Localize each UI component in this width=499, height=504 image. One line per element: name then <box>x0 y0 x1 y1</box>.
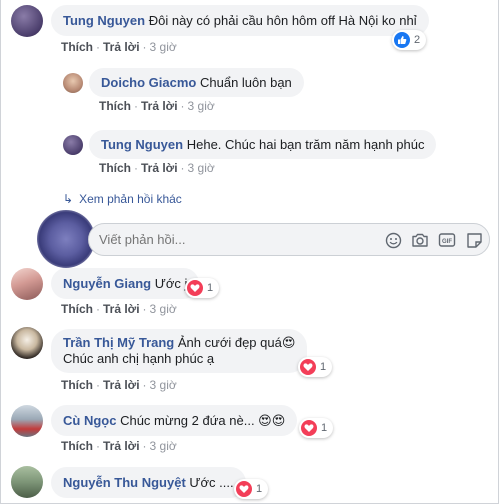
comment-bubble: Tung Nguyen Đôi này có phải cầu hôn hôm … <box>51 5 429 36</box>
reply-text: Hehe. Chúc hai bạn trăm năm hạnh phúc <box>186 137 425 152</box>
reply-author[interactable]: Tung Nguyen <box>101 137 183 152</box>
reply-actions: Thích · Trả lời · 3 giờ <box>99 99 215 113</box>
reaction-count[interactable]: 1 <box>234 479 269 499</box>
like-reaction-icon <box>394 32 410 48</box>
comment-author[interactable]: Cù Ngọc <box>63 413 116 428</box>
avatar[interactable] <box>11 405 43 437</box>
reply-box: GIF <box>88 223 490 256</box>
comment-actions: Thích · Trả lời · 3 giờ <box>61 439 177 453</box>
reaction-count[interactable]: 2 <box>392 30 427 50</box>
love-reaction-icon <box>187 280 203 296</box>
reply-tools: GIF <box>384 231 483 249</box>
comment-bubble: Nguyễn Giang Ước j <box>51 268 200 299</box>
comment-author[interactable]: Trần Thị Mỹ Trang <box>63 335 174 350</box>
timestamp[interactable]: 3 giờ <box>188 99 215 113</box>
reaction-count[interactable]: 1 <box>299 418 334 438</box>
avatar[interactable] <box>11 327 43 359</box>
reaction-count[interactable]: 1 <box>298 357 333 377</box>
comment-author[interactable]: Nguyễn Thu Nguyệt <box>63 475 186 490</box>
comment-text: Ước .... <box>189 475 234 490</box>
comment-author[interactable]: Tung Nguyen <box>63 13 145 28</box>
svg-text:GIF: GIF <box>442 239 452 245</box>
sticker-icon[interactable] <box>465 231 483 249</box>
comments-panel: Tung Nguyen Đôi này có phải cầu hôn hôm … <box>0 0 499 504</box>
reaction-number: 1 <box>320 361 327 373</box>
comment-actions: Thích · Trả lời · 3 giờ <box>61 378 177 392</box>
reply-link[interactable]: Trả lời <box>141 161 178 175</box>
love-reaction-icon <box>301 420 317 436</box>
camera-icon[interactable] <box>411 231 429 249</box>
view-more-replies-label: Xem phản hồi khác <box>79 192 182 206</box>
reply-arrow-icon: ↳ <box>63 192 74 206</box>
like-link[interactable]: Thích <box>61 40 93 54</box>
timestamp[interactable]: 3 giờ <box>150 40 177 54</box>
comment-author[interactable]: Nguyễn Giang <box>63 276 151 291</box>
like-link[interactable]: Thích <box>61 302 93 316</box>
reply-link[interactable]: Trả lời <box>103 302 140 316</box>
view-more-replies-link[interactable]: ↳ Xem phản hồi khác <box>63 192 182 206</box>
comment-bubble: Trần Thị Mỹ Trang Ảnh cưới đẹp quá😍 Chúc… <box>51 329 308 373</box>
reply-link[interactable]: Trả lời <box>103 439 140 453</box>
like-link[interactable]: Thích <box>99 99 131 113</box>
like-link[interactable]: Thích <box>61 378 93 392</box>
timestamp[interactable]: 3 giờ <box>188 161 215 175</box>
avatar[interactable] <box>63 73 83 93</box>
comment-actions: Thích · Trả lời · 3 giờ <box>61 40 177 54</box>
reaction-count[interactable]: 1 <box>185 278 220 298</box>
reply-author[interactable]: Doicho Giacmo <box>101 75 196 90</box>
avatar[interactable] <box>11 466 43 498</box>
emoji-icon[interactable] <box>384 231 402 249</box>
reply-text: Chuẩn luôn bạn <box>199 75 292 90</box>
comment-text: Chúc mừng 2 đứa nè... 😍😍 <box>120 413 286 428</box>
comment-text: Ảnh cưới đẹp quá😍 <box>177 335 296 350</box>
reply-link[interactable]: Trả lời <box>103 40 140 54</box>
reaction-number: 1 <box>207 282 214 294</box>
comment-text: Đôi này có phải cầu hôn hôm off Hà Nội k… <box>148 13 417 28</box>
reply-link[interactable]: Trả lời <box>141 99 178 113</box>
comment-bubble: Cù Ngọc Chúc mừng 2 đứa nè... 😍😍 <box>51 405 298 436</box>
current-user-avatar <box>37 210 95 268</box>
comment-bubble: Nguyễn Thu Nguyệt Ước .... <box>51 467 246 498</box>
gif-icon[interactable]: GIF <box>438 231 456 249</box>
reply-link[interactable]: Trả lời <box>103 378 140 392</box>
love-reaction-icon <box>300 359 316 375</box>
reply-bubble: Tung Nguyen Hehe. Chúc hai bạn trăm năm … <box>89 130 437 159</box>
reply-input[interactable] <box>99 224 359 255</box>
reaction-number: 2 <box>414 34 421 46</box>
timestamp[interactable]: 3 giờ <box>150 378 177 392</box>
reaction-number: 1 <box>256 483 263 495</box>
reaction-number: 1 <box>321 422 328 434</box>
avatar[interactable] <box>63 135 83 155</box>
timestamp[interactable]: 3 giờ <box>150 439 177 453</box>
timestamp[interactable]: 3 giờ <box>150 302 177 316</box>
comment-text-line2: Chúc anh chị hạnh phúc ạ <box>63 351 215 366</box>
reply-bubble: Doicho Giacmo Chuẩn luôn bạn <box>89 68 304 97</box>
comment-actions: Thích · Trả lời · 3 giờ <box>61 302 177 316</box>
like-link[interactable]: Thích <box>99 161 131 175</box>
love-reaction-icon <box>236 481 252 497</box>
reply-actions: Thích · Trả lời · 3 giờ <box>99 161 215 175</box>
avatar[interactable] <box>11 5 43 37</box>
like-link[interactable]: Thích <box>61 439 93 453</box>
avatar[interactable] <box>11 268 43 300</box>
comment-text: Ước j <box>154 276 188 291</box>
